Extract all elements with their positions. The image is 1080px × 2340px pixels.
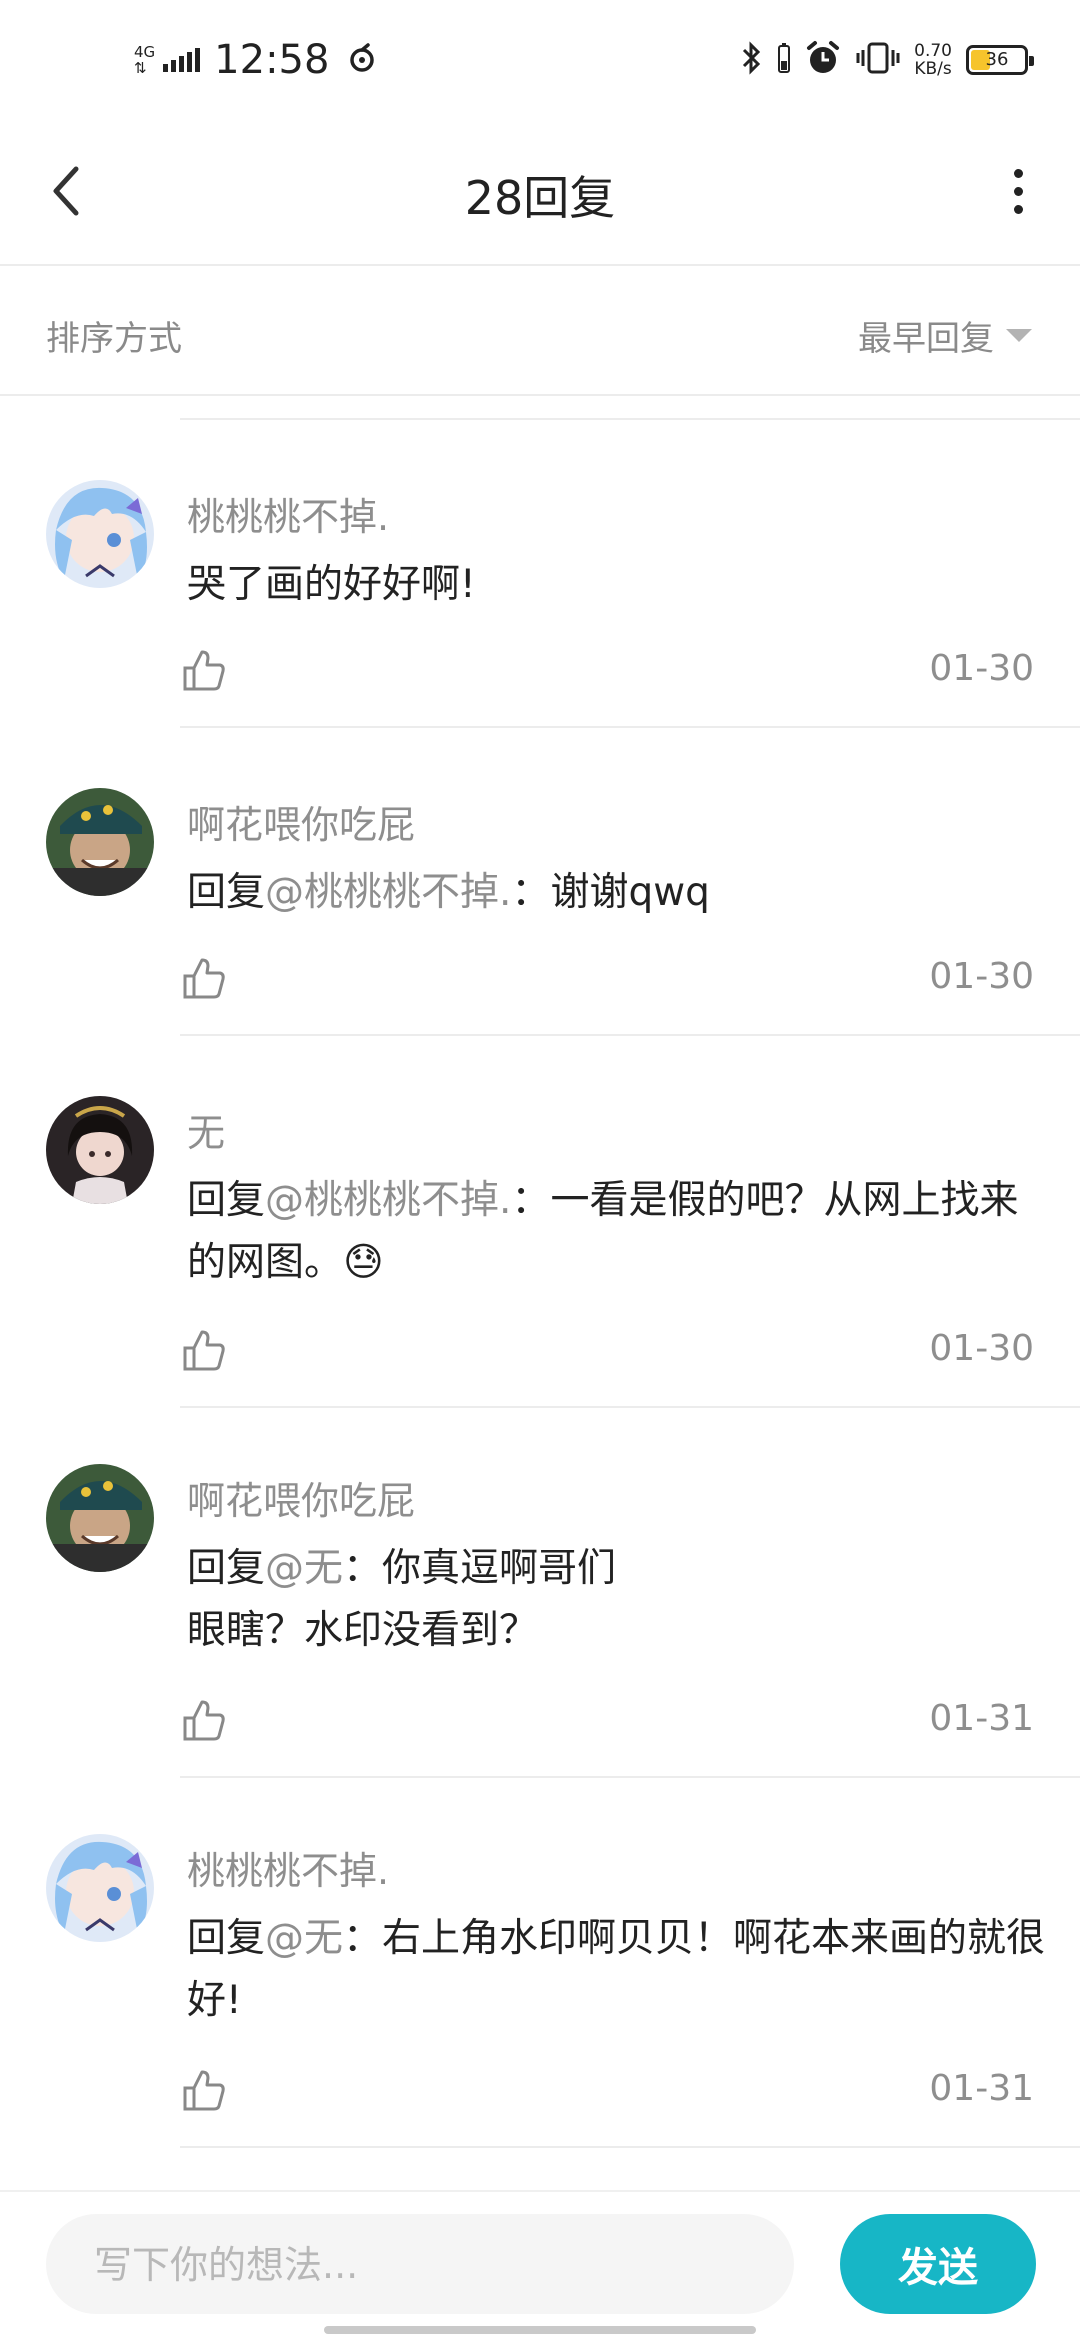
thumbs-up-icon: [183, 650, 225, 691]
page-title: 28回复: [464, 171, 616, 225]
reply-prefix: 回复: [187, 1546, 266, 1591]
like-button[interactable]: [180, 1326, 228, 1374]
reply-separator: ：: [511, 1178, 551, 1223]
thumbs-up-icon: [183, 958, 225, 999]
reply-date: 01-31: [929, 1698, 1034, 1739]
sync-icon: [345, 41, 379, 79]
more-options-button[interactable]: [988, 156, 1048, 226]
avatar[interactable]: [46, 1464, 154, 1572]
network-indicator: 4G ⇅: [134, 44, 155, 76]
reply-separator: ：: [343, 1546, 383, 1591]
reply-date: 01-30: [929, 956, 1034, 997]
sort-selected-value: 最早回复: [858, 319, 994, 359]
divider: [180, 418, 1080, 420]
reply-author[interactable]: 无: [187, 1102, 225, 1157]
avatar[interactable]: [46, 788, 154, 896]
divider: [180, 1406, 1080, 1408]
reply-prefix: 回复: [187, 1178, 266, 1223]
network-type: 4G: [134, 43, 156, 61]
status-right: 0.70 KB/s 36: [740, 30, 1034, 90]
avatar[interactable]: [46, 1096, 154, 1204]
reply-content: 回复@无：右上角水印啊贝贝！啊花本来画的就很好!: [187, 1908, 1047, 2032]
more-vertical-icon: [1013, 204, 1023, 214]
reply-author[interactable]: 桃桃桃不掉.: [187, 486, 389, 541]
caret-down-icon: [1006, 329, 1032, 342]
more-vertical-icon: [1013, 168, 1023, 178]
vibrate-icon: [856, 42, 900, 78]
divider: [180, 726, 1080, 728]
top-navigation: 28回复: [0, 120, 1080, 266]
reply-author[interactable]: 桃桃桃不掉.: [187, 1840, 389, 1895]
reply-text-line2: 眼瞎？水印没看到？: [187, 1608, 539, 1653]
thumbs-up-icon: [183, 1330, 225, 1371]
status-left: 4G ⇅ 12:58: [134, 30, 379, 90]
sweat-emoji-icon: 😓: [343, 1240, 384, 1285]
sort-bar: 排序方式 最早回复: [0, 266, 1080, 396]
like-button[interactable]: [180, 1696, 228, 1744]
battery-level: 36: [985, 49, 1009, 70]
comment-composer: 发送: [0, 2190, 1080, 2340]
like-button[interactable]: [180, 646, 228, 694]
signal-icon: [163, 48, 201, 72]
reply-separator: ：: [511, 870, 551, 915]
reply-content: 回复@桃桃桃不掉.：一看是假的吧？从网上找来的网图。😓: [187, 1170, 1047, 1294]
divider: [180, 1776, 1080, 1778]
avatar[interactable]: [46, 480, 154, 588]
battery-small-icon: [778, 43, 791, 77]
more-vertical-icon: [1013, 186, 1023, 196]
status-bar: 4G ⇅ 12:58 0.70 KB/s 36: [0, 0, 1080, 120]
reply-line: 回复@无：你真逗啊哥们: [187, 1538, 1047, 1600]
reply-author[interactable]: 啊花喂你吃屁: [187, 794, 415, 849]
battery-icon: 36: [966, 45, 1034, 75]
mention-link[interactable]: @无: [265, 1916, 343, 1961]
send-button[interactable]: 发送: [840, 2214, 1036, 2314]
reply-content: 哭了画的好好啊!: [187, 554, 1047, 616]
reply-prefix: 回复: [187, 1916, 266, 1961]
sort-dropdown[interactable]: 最早回复: [858, 311, 1032, 360]
reply-text: 你真逗啊哥们: [382, 1546, 617, 1591]
speed-unit: KB/s: [914, 59, 952, 79]
reply-separator: ：: [343, 1916, 383, 1961]
battery-tip: [1029, 56, 1034, 66]
mention-link[interactable]: @桃桃桃不掉.: [265, 870, 511, 915]
avatar[interactable]: [46, 1834, 154, 1942]
alarm-icon: [804, 39, 842, 81]
reply-text: 哭了画的好好啊!: [187, 562, 476, 607]
reply-author[interactable]: 啊花喂你吃屁: [187, 1470, 415, 1525]
speed-value: 0.70: [914, 41, 952, 61]
comment-input-wrapper: [46, 2214, 794, 2316]
mention-link[interactable]: @无: [265, 1546, 343, 1591]
mention-link[interactable]: @桃桃桃不掉.: [265, 1178, 511, 1223]
divider: [180, 1034, 1080, 1036]
home-indicator[interactable]: [324, 2326, 756, 2334]
data-arrows-icon: ⇅: [134, 59, 147, 77]
thumbs-up-icon: [183, 2070, 225, 2111]
like-button[interactable]: [180, 954, 228, 1002]
reply-content: 回复@无：你真逗啊哥们 眼瞎？水印没看到？: [187, 1538, 1047, 1662]
divider: [180, 2146, 1080, 2148]
reply-content: 回复@桃桃桃不掉.：谢谢qwq: [187, 862, 1047, 924]
sort-label: 排序方式: [46, 319, 182, 359]
bluetooth-icon: [740, 40, 764, 80]
like-button[interactable]: [180, 2066, 228, 2114]
reply-prefix: 回复: [187, 870, 266, 915]
reply-text: 谢谢qwq: [550, 870, 710, 915]
comment-input[interactable]: [92, 2214, 756, 2316]
reply-date: 01-30: [929, 648, 1034, 689]
reply-date: 01-30: [929, 1328, 1034, 1369]
thumbs-up-icon: [183, 1700, 225, 1741]
reply-date: 01-31: [929, 2068, 1034, 2109]
network-speed: 0.70 KB/s: [914, 42, 952, 78]
clock: 12:58: [214, 37, 330, 83]
